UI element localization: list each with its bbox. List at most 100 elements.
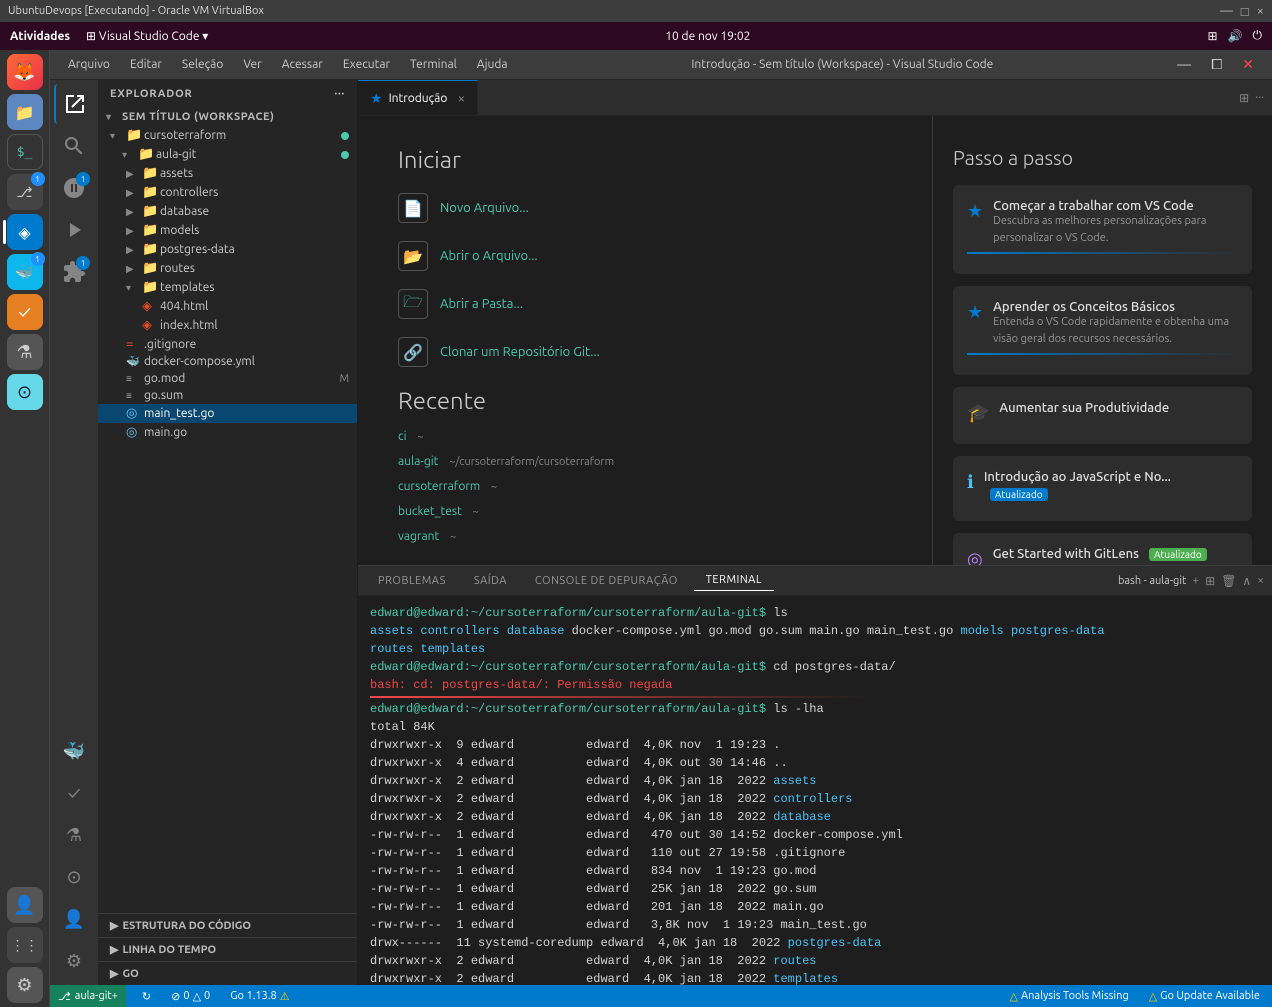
go-version-status[interactable]: Go 1.13.8 ⚠ xyxy=(226,990,293,1003)
tree-postgres-data[interactable]: ▶ 📁 postgres-data xyxy=(98,240,357,259)
tree-gitignore[interactable]: = .gitignore xyxy=(98,335,357,353)
tree-assets[interactable]: ▶ 📁 assets xyxy=(98,164,357,183)
dock-git[interactable]: ⎇ 1 xyxy=(7,174,43,210)
tree-controllers[interactable]: ▶ 📁 controllers xyxy=(98,183,357,202)
tab-output[interactable]: SAÍDA xyxy=(462,571,519,591)
tree-database[interactable]: ▶ 📁 database xyxy=(98,202,357,221)
menu-acessar[interactable]: Acessar xyxy=(274,56,331,73)
expand-panel-button[interactable]: ∧ xyxy=(1242,574,1251,588)
dock-grid[interactable]: ⋮⋮ xyxy=(7,927,43,963)
vscode-menu-button[interactable]: ⊞ Visual Studio Code ▾ xyxy=(86,29,208,43)
dock-beaker[interactable]: ⚗ xyxy=(7,334,43,370)
recent-ci[interactable]: ci ~ xyxy=(398,430,892,443)
activity-account[interactable]: 👤 xyxy=(54,899,94,939)
dock-files[interactable]: 📁 xyxy=(7,94,43,130)
tree-docker-compose[interactable]: 🐳 docker-compose.yml xyxy=(98,353,357,370)
go-update-status[interactable]: △ Go Update Available xyxy=(1145,990,1264,1003)
menu-ajuda[interactable]: Ajuda xyxy=(469,56,516,73)
menu-selecao[interactable]: Seleção xyxy=(174,56,231,73)
add-terminal-button[interactable]: + xyxy=(1192,574,1199,587)
activity-extensions[interactable]: 1 xyxy=(54,252,94,292)
tree-go-sum[interactable]: ≡ go.sum xyxy=(98,387,357,404)
terminal-content[interactable]: edward@edward:~/cursoterraform/cursoterr… xyxy=(358,596,1272,985)
dock-docker[interactable]: 🐳 1 xyxy=(7,254,43,290)
menu-executar[interactable]: Executar xyxy=(335,56,398,73)
dock-firefox[interactable]: 🦊 xyxy=(7,54,43,90)
restore-button[interactable]: ⧠ xyxy=(1203,54,1230,75)
step-card-js[interactable]: ℹ Introdução ao JavaScript e No... Atual… xyxy=(953,456,1252,521)
menu-arquivo[interactable]: Arquivo xyxy=(60,56,118,73)
tree-aula-git[interactable]: ▾ 📁 aula-git xyxy=(98,145,357,164)
menu-editar[interactable]: Editar xyxy=(122,56,170,73)
recent-bucket-test[interactable]: bucket_test ~ xyxy=(398,505,892,518)
activity-checklist[interactable]: ✓ xyxy=(54,773,94,813)
explorer-more[interactable]: ··· xyxy=(334,88,345,100)
power-icon[interactable]: ⏻ xyxy=(1252,29,1262,43)
close-panel-button[interactable]: × xyxy=(1257,574,1264,587)
tree-404-html[interactable]: ◈ 404.html xyxy=(98,297,357,316)
network-icon[interactable]: ⊞ xyxy=(1207,29,1217,43)
minimize-button[interactable]: — xyxy=(1169,54,1199,75)
delete-terminal-button[interactable]: 🗑 xyxy=(1221,574,1236,588)
step-card-gitlens[interactable]: ◎ Get Started with GitLens Atualizado xyxy=(953,533,1252,565)
open-folder-item[interactable]: 🗁 Abrir a Pasta... xyxy=(398,289,892,319)
go-title[interactable]: ▶ GO xyxy=(98,962,357,985)
open-file-item[interactable]: 📂 Abrir o Arquivo... xyxy=(398,241,892,271)
new-file-item[interactable]: 📄 Novo Arquivo... xyxy=(398,193,892,223)
step-card-vscode[interactable]: ★ Começar a trabalhar com VS Code Descub… xyxy=(953,185,1252,274)
tree-index-html[interactable]: ◈ index.html xyxy=(98,316,357,335)
tab-intro[interactable]: ★ Introdução × xyxy=(358,80,478,115)
activity-explorer[interactable] xyxy=(54,84,94,124)
tab-debug-console[interactable]: CONSOLE DE DEPURAÇÃO xyxy=(523,571,690,591)
activity-gitlens[interactable]: ⊙ xyxy=(54,857,94,897)
activity-beaker[interactable]: ⚗ xyxy=(54,815,94,855)
activity-source-control[interactable]: 1 xyxy=(54,168,94,208)
dock-gear[interactable]: ⚙ xyxy=(7,967,43,1003)
recent-aula-git[interactable]: aula-git ~/cursoterraform/cursoterraform xyxy=(398,455,892,468)
recent-vagrant[interactable]: vagrant ~ xyxy=(398,530,892,543)
tree-cursoterraform[interactable]: ▾ 📁 cursoterraform xyxy=(98,126,357,145)
vm-window-controls[interactable]: — □ × xyxy=(1220,4,1264,19)
dock-person[interactable]: 👤 xyxy=(7,887,43,923)
recent-cursoterraform[interactable]: cursoterraform ~ xyxy=(398,480,892,493)
tab-terminal[interactable]: TERMINAL xyxy=(694,570,774,591)
vm-minimize[interactable]: — xyxy=(1220,4,1233,19)
close-button[interactable]: ✕ xyxy=(1234,54,1262,75)
tree-routes[interactable]: ▶ 📁 routes xyxy=(98,259,357,278)
split-terminal-button[interactable]: ⊞ xyxy=(1205,574,1215,588)
tab-close-button[interactable]: × xyxy=(457,90,465,106)
window-controls[interactable]: — ⧠ ✕ xyxy=(1169,54,1262,75)
dock-terminal[interactable]: $_ xyxy=(7,134,43,170)
clone-repo-item[interactable]: 🔗 Clonar um Repositório Git... xyxy=(398,337,892,367)
split-editor-icon[interactable]: ⊞ xyxy=(1239,91,1249,105)
tree-templates[interactable]: ▾ 📁 templates xyxy=(98,278,357,297)
dock-vscode[interactable]: ◈ xyxy=(7,214,43,250)
timeline-title[interactable]: ▶ LINHA DO TEMPO xyxy=(98,938,357,961)
tree-go-mod[interactable]: ≡ go.mod M xyxy=(98,370,357,387)
activity-docker[interactable]: 🐳 xyxy=(54,731,94,771)
step-card-productivity[interactable]: 🎓 Aumentar sua Produtividade xyxy=(953,387,1252,444)
volume-icon[interactable]: 🔊 xyxy=(1228,29,1243,43)
errors-status[interactable]: ⊘ 0 △ 0 xyxy=(167,990,214,1003)
tree-models[interactable]: ▶ 📁 models xyxy=(98,221,357,240)
more-actions-icon[interactable]: ··· xyxy=(1255,91,1264,104)
activities-button[interactable]: Atividades xyxy=(10,30,70,43)
code-structure-title[interactable]: ▶ ESTRUTURA DO CÓDIGO xyxy=(98,914,357,937)
analysis-warning[interactable]: △ Analysis Tools Missing xyxy=(1006,990,1133,1003)
activity-settings[interactable]: ⚙ xyxy=(54,941,94,981)
activity-run[interactable] xyxy=(54,210,94,250)
git-branch-status[interactable]: ⎇ aula-git+ xyxy=(50,985,126,1007)
vm-maximize[interactable]: □ xyxy=(1241,4,1249,19)
dock-atom[interactable]: ⊙ xyxy=(7,374,43,410)
tree-main-test-go[interactable]: ◎ main_test.go xyxy=(98,404,357,423)
workspace-header[interactable]: ▾ SEM TÍTULO (WORKSPACE) xyxy=(98,108,357,126)
sync-status[interactable]: ↻ xyxy=(138,990,155,1003)
tree-main-go[interactable]: ◎ main.go xyxy=(98,423,357,442)
dock-checklist[interactable]: ✓ xyxy=(7,294,43,330)
step-card-basics[interactable]: ★ Aprender os Conceitos Básicos Entenda … xyxy=(953,286,1252,375)
menu-terminal[interactable]: Terminal xyxy=(402,56,465,73)
vm-close[interactable]: × xyxy=(1257,4,1264,19)
menu-ver[interactable]: Ver xyxy=(235,56,269,73)
activity-search[interactable] xyxy=(54,126,94,166)
tab-problems[interactable]: PROBLEMAS xyxy=(366,571,458,591)
